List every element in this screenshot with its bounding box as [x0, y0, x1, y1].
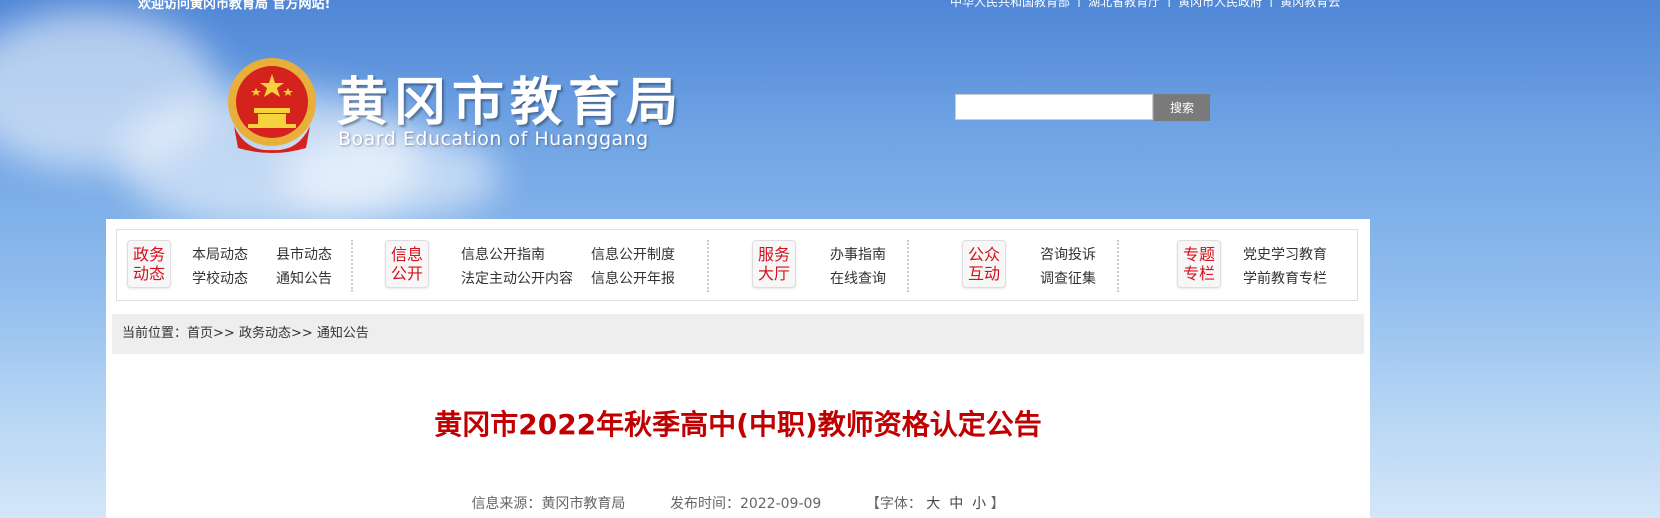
font-size-label: 【字体：	[865, 496, 922, 512]
nav-link-school-news[interactable]: 学校动态	[192, 268, 248, 288]
nav-divider	[351, 240, 353, 292]
nav-link-service-guide[interactable]: 办事指南	[830, 244, 886, 264]
nav-category-service-hall[interactable]: 服务 大厅	[752, 240, 796, 288]
nav-link-annual-report[interactable]: 信息公开年报	[591, 268, 675, 288]
breadcrumb-home[interactable]: 首页	[187, 326, 213, 341]
nav-category-special-topics[interactable]: 专题 专栏	[1177, 240, 1221, 288]
top-links: 中华人民共和国教育部 | 湖北省教育厅 | 黄冈市人民政府 | 黄冈教育云	[950, 0, 1340, 10]
nav-link-statutory-content[interactable]: 法定主动公开内容	[461, 268, 573, 288]
nav-divider	[907, 240, 909, 292]
font-size-medium-button[interactable]: 中	[949, 496, 963, 512]
nav-category-label: 服务 大厅	[757, 245, 790, 283]
site-subtitle: Board Education of Huanggang	[338, 128, 649, 150]
date-value: 2022-09-09	[739, 496, 822, 512]
top-link-moe[interactable]: 中华人民共和国教育部	[950, 0, 1070, 10]
top-link-huanggang-gov[interactable]: 黄冈市人民政府	[1178, 0, 1262, 10]
breadcrumb-separator: >>	[213, 326, 235, 341]
nav-link-disclosure-guide[interactable]: 信息公开指南	[461, 244, 545, 264]
nav-divider	[1117, 240, 1119, 292]
top-link-separator: |	[1077, 0, 1082, 7]
welcome-text: 欢迎访问黄冈市教育局 官方网站!	[138, 0, 331, 12]
nav-category-info-disclosure[interactable]: 信息 公开	[385, 240, 429, 288]
nav-category-label: 政务 动态	[132, 245, 165, 283]
nav-link-online-query[interactable]: 在线查询	[830, 268, 886, 288]
top-link-edu-cloud[interactable]: 黄冈教育云	[1280, 0, 1340, 10]
article-meta: 信息来源：黄冈市教育局 发布时间：2022-09-09 【字体： 大 中 小 】	[106, 493, 1370, 513]
breadcrumb-government-news[interactable]: 政务动态	[239, 326, 291, 341]
nav-link-surveys[interactable]: 调查征集	[1040, 268, 1096, 288]
national-emblem-icon	[228, 58, 316, 153]
nav-category-public-interaction[interactable]: 公众 互动	[962, 240, 1006, 288]
font-size-close: 】	[990, 496, 1005, 512]
font-size-large-button[interactable]: 大	[926, 496, 940, 512]
nav-link-county-news[interactable]: 县市动态	[276, 244, 332, 264]
nav-category-government-news[interactable]: 政务 动态	[127, 240, 171, 288]
breadcrumb: 当前位置：首页>> 政务动态>> 通知公告	[112, 314, 1364, 354]
nav-category-label: 专题 专栏	[1182, 245, 1215, 283]
breadcrumb-notices[interactable]: 通知公告	[317, 326, 369, 341]
nav-link-preschool[interactable]: 学前教育专栏	[1243, 268, 1327, 288]
breadcrumb-separator: >>	[290, 326, 313, 341]
nav-category-label: 信息 公开	[390, 245, 423, 283]
top-link-separator: |	[1269, 0, 1274, 7]
nav-link-bureau-news[interactable]: 本局动态	[192, 244, 248, 264]
site-title: 黄冈市教育局	[336, 72, 685, 133]
source-value: 黄冈市教育局	[541, 496, 626, 512]
nav-category-label: 公众 互动	[967, 245, 1000, 283]
top-bar: 欢迎访问黄冈市教育局 官方网站! 中华人民共和国教育部 | 湖北省教育厅 | 黄…	[0, 0, 1660, 12]
source-label: 信息来源：	[471, 496, 542, 512]
top-link-separator: |	[1167, 0, 1172, 7]
article-title: 黄冈市2022年秋季高中(中职)教师资格认定公告	[434, 408, 1042, 441]
nav-link-notices[interactable]: 通知公告	[276, 268, 332, 288]
search-input[interactable]	[955, 94, 1153, 120]
breadcrumb-label: 当前位置：	[122, 326, 188, 341]
nav-divider	[707, 240, 709, 292]
nav-link-complaints[interactable]: 咨询投诉	[1040, 244, 1096, 264]
search-button[interactable]: 搜索	[1154, 94, 1210, 121]
top-link-hubei-edu[interactable]: 湖北省教育厅	[1088, 0, 1160, 10]
nav-menu: 政务 动态 本局动态 县市动态 学校动态 通知公告 信息 公开 信息公开指南 信…	[116, 229, 1358, 301]
date-label: 发布时间：	[669, 496, 740, 512]
nav-link-party-history[interactable]: 党史学习教育	[1243, 244, 1327, 264]
main-panel: 政务 动态 本局动态 县市动态 学校动态 通知公告 信息 公开 信息公开指南 信…	[106, 219, 1370, 518]
font-size-small-button[interactable]: 小	[972, 496, 986, 512]
nav-link-disclosure-rules[interactable]: 信息公开制度	[591, 244, 675, 264]
